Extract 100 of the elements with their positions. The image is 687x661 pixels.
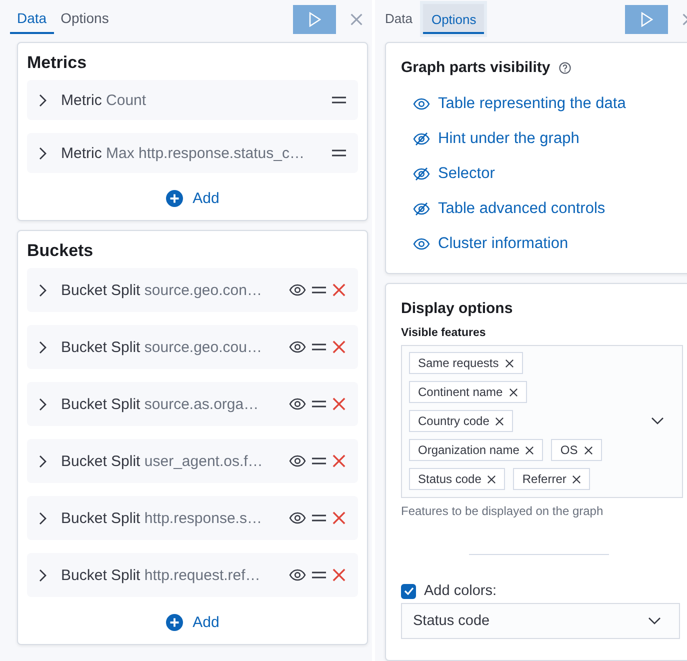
play-icon (640, 12, 652, 26)
checkbox-label: Add colors: (424, 583, 497, 599)
check-icon (404, 587, 414, 595)
tab[interactable]: Data (380, 4, 418, 34)
drag-handle-icon[interactable] (332, 149, 346, 157)
remove-icon (572, 474, 582, 484)
plus-circle-icon (166, 190, 183, 206)
visibility-toggle[interactable]: Cluster information (401, 226, 568, 261)
row-title: Bucket Split http.request.ref… (61, 566, 262, 584)
eye-slash-icon (413, 202, 430, 216)
row-title: Bucket Split source.as.orga… (61, 396, 260, 412)
bucket-row[interactable]: Bucket Split source.geo.con… (27, 268, 358, 312)
remove-chip-button[interactable] (504, 358, 514, 368)
chevron-down-icon[interactable] (651, 417, 664, 425)
visibility-toggle[interactable]: Table representing the data (401, 86, 626, 121)
add-button[interactable]: Add (166, 186, 220, 210)
feature-chip: Referrer (513, 468, 590, 490)
chevron-right-icon[interactable] (39, 398, 47, 410)
chevron-down-icon[interactable] (648, 617, 661, 625)
section-title: Display options (401, 300, 513, 317)
add-colors-checkbox[interactable] (401, 584, 416, 598)
remove-icon (525, 446, 534, 454)
eye-icon[interactable] (289, 398, 306, 410)
remove-icon (584, 446, 593, 454)
color-select[interactable]: Status code (401, 603, 680, 639)
eye-icon[interactable] (289, 512, 306, 524)
eye-slash-icon (413, 166, 430, 180)
section-title: Graph parts visibility (401, 59, 550, 76)
remove-icon (508, 388, 518, 396)
visibility-toggle[interactable]: Hint under the graph (401, 121, 580, 156)
feature-chip: Organization name (409, 439, 544, 461)
row-title: Bucket Split source.geo.cou… (61, 338, 263, 356)
bucket-row[interactable]: Bucket Split user_agent.os.f… (27, 439, 358, 483)
eye-slash-icon (413, 132, 430, 146)
eye-icon[interactable] (289, 341, 306, 353)
section-title: Metrics (27, 53, 88, 73)
tab[interactable]: Data (10, 4, 54, 34)
eye-icon[interactable] (289, 455, 306, 467)
remove-icon (487, 474, 496, 484)
chevron-right-icon[interactable] (39, 454, 47, 468)
drag-handle-icon[interactable] (312, 571, 326, 579)
delete-icon[interactable] (332, 397, 346, 411)
eye-icon (413, 98, 430, 110)
eye-icon[interactable] (289, 284, 306, 296)
delete-icon[interactable] (332, 283, 346, 297)
play-icon (308, 12, 320, 26)
remove-icon (495, 416, 504, 426)
row-title: Bucket Split http.response.s… (61, 510, 263, 526)
drag-handle-icon[interactable] (312, 400, 326, 408)
remove-chip-button[interactable] (525, 446, 534, 454)
drag-handle-icon[interactable] (312, 457, 326, 465)
feature-chip: Status code (409, 468, 506, 490)
row-title: Bucket Split source.geo.con… (61, 282, 263, 298)
bucket-row[interactable]: Bucket Split source.as.orga… (27, 382, 358, 426)
metric-row[interactable]: Metric Max http.response.status_c… (27, 133, 358, 173)
delete-icon[interactable] (332, 454, 346, 468)
features-combo-box[interactable]: Same requests Continent name Country code Organization name OS Status code Referrer (401, 345, 683, 498)
row-title: Bucket Split user_agent.os.f… (61, 452, 264, 470)
field-label: Visible features (401, 327, 487, 339)
visibility-toggle[interactable]: Table advanced controls (401, 191, 606, 226)
remove-icon (504, 358, 514, 368)
help-icon[interactable] (559, 62, 572, 74)
section-title: Buckets (27, 241, 94, 261)
bucket-row[interactable]: Bucket Split http.request.ref… (27, 553, 358, 597)
drag-handle-icon[interactable] (312, 286, 326, 294)
chevron-right-icon[interactable] (39, 568, 47, 582)
eye-icon (413, 238, 430, 250)
delete-icon[interactable] (332, 340, 346, 354)
visibility-toggle[interactable]: Selector (401, 156, 495, 191)
feature-chip: Country code (409, 410, 514, 432)
close-icon (350, 12, 363, 26)
row-title: Metric Max http.response.status_c… (61, 144, 306, 162)
delete-icon[interactable] (332, 511, 346, 525)
add-button[interactable]: Add (166, 610, 220, 634)
chevron-right-icon[interactable] (39, 512, 47, 524)
chevron-right-icon[interactable] (39, 146, 47, 160)
chevron-right-icon[interactable] (39, 340, 47, 354)
remove-chip-button[interactable] (495, 416, 504, 426)
bucket-row[interactable]: Bucket Split http.response.s… (27, 496, 358, 540)
chevron-right-icon[interactable] (39, 94, 47, 106)
remove-chip-button[interactable] (508, 388, 518, 396)
drag-handle-icon[interactable] (332, 96, 346, 104)
drag-handle-icon[interactable] (312, 514, 326, 522)
feature-chip: Same requests (409, 352, 523, 374)
tab[interactable]: Options (54, 4, 116, 34)
metric-row[interactable]: Metric Count (27, 80, 358, 120)
eye-icon[interactable] (289, 569, 306, 581)
feature-chip: OS (551, 439, 602, 461)
delete-icon[interactable] (332, 568, 346, 582)
plus-circle-icon (166, 614, 183, 630)
chevron-right-icon[interactable] (39, 284, 47, 296)
tab[interactable]: Options (423, 4, 484, 34)
feature-chip: Continent name (409, 381, 527, 403)
remove-chip-button[interactable] (487, 474, 496, 484)
remove-chip-button[interactable] (584, 446, 593, 454)
row-title: Metric Count (61, 92, 148, 108)
help-text: Features to be displayed on the graph (401, 504, 604, 518)
bucket-row[interactable]: Bucket Split source.geo.cou… (27, 325, 358, 369)
drag-handle-icon[interactable] (312, 343, 326, 351)
remove-chip-button[interactable] (572, 474, 582, 484)
